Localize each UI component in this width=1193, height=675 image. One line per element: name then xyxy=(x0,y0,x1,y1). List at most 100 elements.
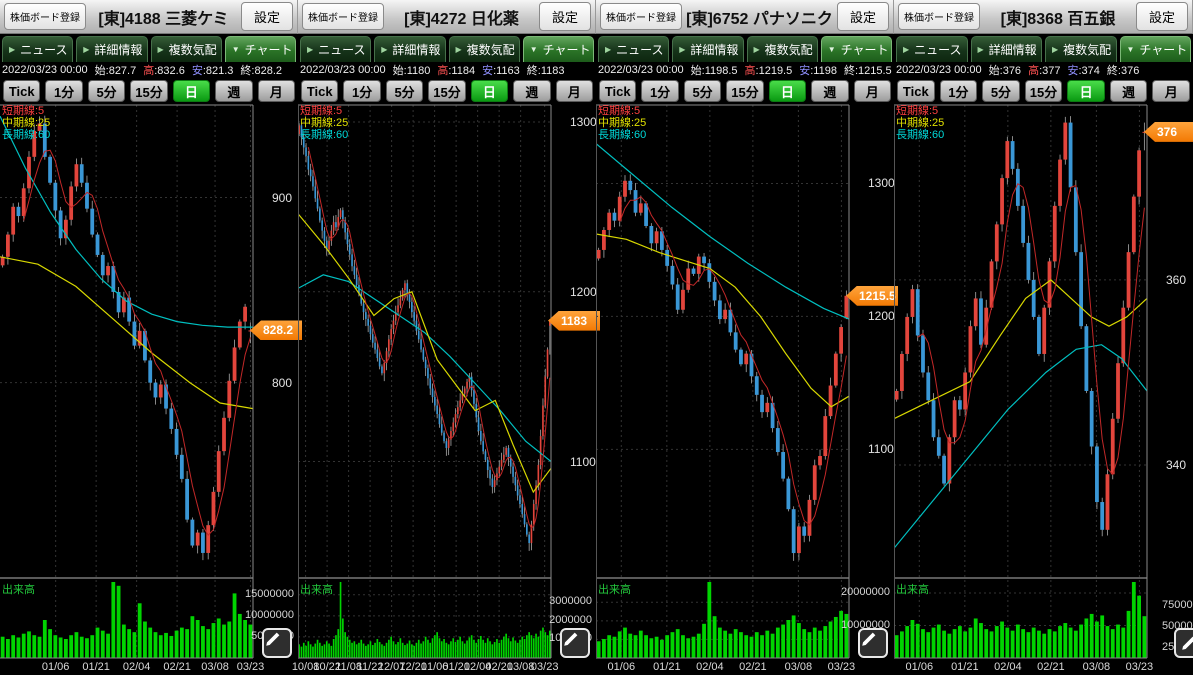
open-value: :376 xyxy=(1000,65,1021,77)
triangle-right-icon: ▶ xyxy=(903,45,909,54)
candlestick-chart[interactable] xyxy=(894,104,1193,675)
timeframe-5min[interactable]: 5分 xyxy=(386,80,423,102)
timeframe-day[interactable]: 日 xyxy=(173,80,210,102)
y-axis-label: 1300 xyxy=(570,115,597,129)
low-label: 安 xyxy=(799,65,810,77)
low-field: 安:821.3 xyxy=(192,62,234,78)
y-axis-label: 1100 xyxy=(570,455,596,469)
open-label: 始 xyxy=(691,65,702,77)
timeframe-15min[interactable]: 15分 xyxy=(1025,80,1063,102)
register-board-button[interactable]: 株価ボード登録 xyxy=(898,3,980,30)
triangle-right-icon: ▶ xyxy=(754,45,760,54)
timeframe-day[interactable]: 日 xyxy=(769,80,806,102)
timeframe-week[interactable]: 週 xyxy=(1110,80,1148,102)
tab-label: 詳細情報 xyxy=(94,41,142,58)
tab-chart[interactable]: ▼チャート xyxy=(523,36,594,62)
tab-multi-quote[interactable]: ▶複数気配 xyxy=(747,36,818,62)
candlestick-chart[interactable] xyxy=(298,104,597,675)
ma-legend-mid: 中期線:25 xyxy=(598,117,646,129)
ma-legend: 短期線:5中期線:25長期線:60 xyxy=(300,105,348,141)
tab-label: 複数気配 xyxy=(1063,41,1111,58)
high-label: 高 xyxy=(745,65,756,77)
ohlc-info-row: 2022/03/23 00:00始:827.7高:832.6安:821.3終:8… xyxy=(0,62,298,78)
tab-detail-info[interactable]: ▶詳細情報 xyxy=(76,36,147,62)
tab-news[interactable]: ▶ニュース xyxy=(300,36,371,62)
stock-title: [東]6752 パナソニク xyxy=(682,5,837,29)
timeframe-day[interactable]: 日 xyxy=(471,80,508,102)
draw-button[interactable] xyxy=(262,628,292,658)
timeframe-month[interactable]: 月 xyxy=(854,80,891,102)
timeframe-5min[interactable]: 5分 xyxy=(684,80,721,102)
x-axis-label: 01/06 xyxy=(608,661,636,673)
timeframe-15min[interactable]: 15分 xyxy=(726,80,763,102)
tab-label: ニュース xyxy=(914,41,961,58)
timeframe-15min[interactable]: 15分 xyxy=(428,80,465,102)
timeframe-tick[interactable]: Tick xyxy=(897,80,935,102)
close-field: 終:828.2 xyxy=(240,62,282,78)
timeframe-week[interactable]: 週 xyxy=(215,80,252,102)
tab-bar: ▶ニュース▶詳細情報▶複数気配▼チャート xyxy=(0,34,298,62)
timeframe-1min[interactable]: 1分 xyxy=(343,80,380,102)
volume-axis-label: 2000000 xyxy=(534,614,592,626)
register-board-button[interactable]: 株価ボード登録 xyxy=(600,3,682,30)
tab-detail-info[interactable]: ▶詳細情報 xyxy=(971,36,1043,62)
x-axis-label: 03/08 xyxy=(785,661,813,673)
ma-legend-long: 長期線:60 xyxy=(2,129,50,141)
tab-bar: ▶ ニュース ▶詳細情報▶複数気配 ▼ チャート xyxy=(894,34,1193,62)
tab-detail-info[interactable]: ▶詳細情報 xyxy=(374,36,445,62)
settings-button[interactable]: 設定 xyxy=(837,2,889,31)
timeframe-month[interactable]: 月 xyxy=(556,80,593,102)
panel-header: 株価ボード登録[東]8368 百五銀設定 xyxy=(894,0,1193,34)
tab-label: チャート xyxy=(1139,41,1187,58)
timeframe-5min[interactable]: 5分 xyxy=(88,80,125,102)
high-field: 高:1184 xyxy=(437,62,475,78)
register-board-button[interactable]: 株価ボード登録 xyxy=(302,3,384,30)
tab-chart[interactable]: ▼チャート xyxy=(821,36,892,62)
x-axis-label: 03/23 xyxy=(828,661,856,673)
stock-panel: 株価ボード登録[東]4188 三菱ケミ設定 ▶ニュース▶詳細情報▶複数気配▼チャー… xyxy=(0,0,298,675)
timeframe-bar: Tick1分 5分15分日週月 xyxy=(0,78,298,104)
timeframe-1min[interactable]: 1分 xyxy=(45,80,82,102)
stock-title: [東]4188 三菱ケミ xyxy=(86,5,241,29)
open-field: 始:827.7 xyxy=(95,62,137,78)
draw-button[interactable] xyxy=(858,628,888,658)
tab-multi-quote[interactable]: ▶複数気配 xyxy=(1045,36,1117,62)
timeframe-tick[interactable]: Tick xyxy=(3,80,40,102)
tab-label: チャート xyxy=(543,41,591,58)
timeframe-1min[interactable]: 1分 xyxy=(940,80,978,102)
close-label: 終 xyxy=(1107,65,1118,77)
timeframe-month[interactable]: 月 xyxy=(1152,80,1190,102)
timeframe-day[interactable]: 日 xyxy=(1067,80,1105,102)
tab-multi-quote[interactable]: ▶複数気配 xyxy=(151,36,222,62)
draw-button[interactable] xyxy=(560,628,590,658)
timeframe-tick[interactable]: Tick xyxy=(301,80,338,102)
close-label: 終 xyxy=(844,65,855,77)
timeframe-tick[interactable]: Tick xyxy=(599,80,636,102)
settings-button[interactable]: 設定 xyxy=(1136,2,1188,31)
timeframe-5min[interactable]: 5分 xyxy=(982,80,1020,102)
x-axis-label: 02/04 xyxy=(123,661,151,673)
settings-button[interactable]: 設定 xyxy=(241,2,293,31)
timeframe-week[interactable]: 週 xyxy=(513,80,550,102)
timeframe-month[interactable]: 月 xyxy=(258,80,295,102)
tab-detail-info[interactable]: ▶詳細情報 xyxy=(672,36,743,62)
low-value: :1198 xyxy=(810,65,837,77)
tab-news[interactable]: ▶ ニュース xyxy=(896,36,968,62)
tab-news[interactable]: ▶ニュース xyxy=(598,36,669,62)
volume-title: 出来高 xyxy=(896,581,929,597)
tab-chart[interactable]: ▼ チャート xyxy=(1120,36,1192,62)
timeframe-15min[interactable]: 15分 xyxy=(130,80,167,102)
timeframe-week[interactable]: 週 xyxy=(811,80,848,102)
tab-multi-quote[interactable]: ▶複数気配 xyxy=(449,36,520,62)
register-board-button[interactable]: 株価ボード登録 xyxy=(4,3,86,30)
ohlc-info-row: 2022/03/23 00:00始:376高:377安:374終:376 xyxy=(894,62,1193,78)
triangle-down-icon: ▼ xyxy=(1127,45,1135,54)
high-label: 高 xyxy=(143,65,154,77)
ma-legend: 短期線:5中期線:25長期線:60 xyxy=(896,105,944,141)
ma-legend-short: 短期線:5 xyxy=(896,105,944,117)
tab-label: 詳細情報 xyxy=(989,41,1037,58)
tab-chart[interactable]: ▼チャート xyxy=(225,36,296,62)
timeframe-1min[interactable]: 1分 xyxy=(641,80,678,102)
tab-news[interactable]: ▶ニュース xyxy=(2,36,73,62)
settings-button[interactable]: 設定 xyxy=(539,2,591,31)
